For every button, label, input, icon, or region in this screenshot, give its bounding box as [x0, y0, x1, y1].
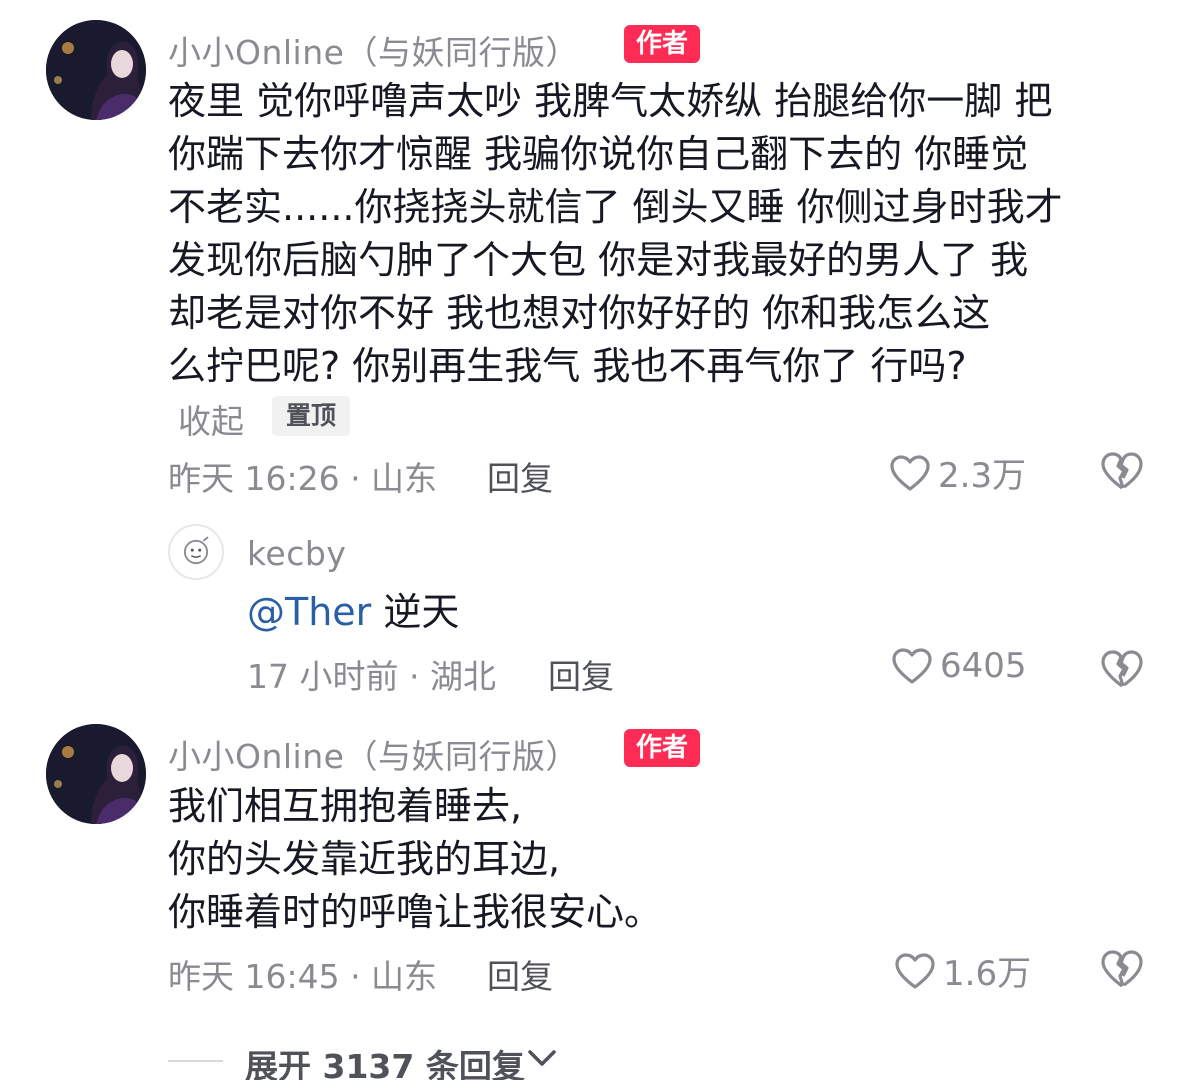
comment-text-line: 你踹下去你才惊醒 我骗你说你自己翻下去的 你睡觉 — [168, 132, 1029, 176]
expand-replies-button[interactable]: 展开 3137 条回复 — [245, 1040, 525, 1080]
chevron-down-icon[interactable] — [527, 1047, 557, 1069]
broken-heart-icon[interactable] — [1099, 648, 1145, 690]
comment-text: @Ther 逆天 — [247, 586, 1191, 639]
comment-text-line: 发现你后脑勺肿了个大包 你是对我最好的男人了 我 — [168, 238, 1029, 282]
comment-text-line: 不老实......你挠挠头就信了 倒头又睡 你侧过身时我才 — [168, 185, 1063, 229]
like-count: 2.3万 — [938, 456, 1027, 496]
collapse-link[interactable]: 收起 — [178, 395, 244, 443]
heart-outline-icon — [890, 454, 930, 491]
comment-text-line: 你的头发靠近我的耳边, — [168, 837, 561, 881]
avatar[interactable] — [46, 20, 146, 120]
comment-text-line: 却老是对你不好 我也想对你好好的 你和我怎么这 — [168, 291, 991, 335]
comment-text: 我们相互拥抱着睡去, 你的头发靠近我的耳边, 你睡着时的呼噜让我很安心。 — [168, 780, 1148, 939]
author-badge: 作者 — [624, 729, 701, 767]
avatar[interactable] — [168, 524, 224, 580]
like-button[interactable]: 1.6万 — [893, 946, 1031, 995]
broken-heart-icon[interactable] — [1099, 948, 1145, 990]
avatar[interactable] — [46, 724, 146, 824]
like-button[interactable]: 6405 — [890, 646, 1027, 686]
comment-text-line: 逆天 — [383, 590, 460, 634]
divider — [168, 1060, 223, 1062]
reply-button[interactable]: 回复 — [487, 950, 553, 998]
comment-text-line: 我们相互拥抱着睡去, — [168, 784, 523, 828]
heart-outline-icon — [892, 648, 932, 684]
reply-button[interactable]: 回复 — [487, 452, 553, 500]
like-count: 6405 — [940, 646, 1027, 686]
heart-outline-icon — [895, 952, 935, 989]
reply-button[interactable]: 回复 — [548, 650, 614, 698]
comment-text-line: 夜里 觉你呼噜声太吵 我脾气太娇纵 抬腿给你一脚 把 — [168, 79, 1053, 123]
comment-text-line: 么拧巴呢? 你别再生我气 我也不再气你了 行吗? — [168, 344, 967, 388]
comment-meta: 17 小时前 · 湖北 — [247, 657, 496, 696]
comment-author[interactable]: kecby — [247, 534, 346, 573]
comment-meta: 昨天 16:45 · 山东 — [168, 957, 438, 996]
comment-author[interactable]: 小小Online（与妖同行版） — [168, 730, 579, 778]
comment-meta: 昨天 16:26 · 山东 — [168, 459, 438, 498]
comment-text-line: 你睡着时的呼噜让我很安心。 — [168, 890, 663, 934]
pinned-badge: 置顶 — [272, 396, 351, 436]
comment-author[interactable]: 小小Online（与妖同行版） — [168, 26, 579, 74]
mention-link[interactable]: @Ther — [247, 590, 371, 634]
author-badge: 作者 — [624, 25, 701, 63]
like-button[interactable]: 2.3万 — [888, 448, 1026, 497]
comment-text: 夜里 觉你呼噜声太吵 我脾气太娇纵 抬腿给你一脚 把 你踹下去你才惊醒 我骗你说… — [168, 75, 1148, 393]
like-count: 1.6万 — [943, 954, 1032, 994]
broken-heart-icon[interactable] — [1099, 450, 1145, 492]
